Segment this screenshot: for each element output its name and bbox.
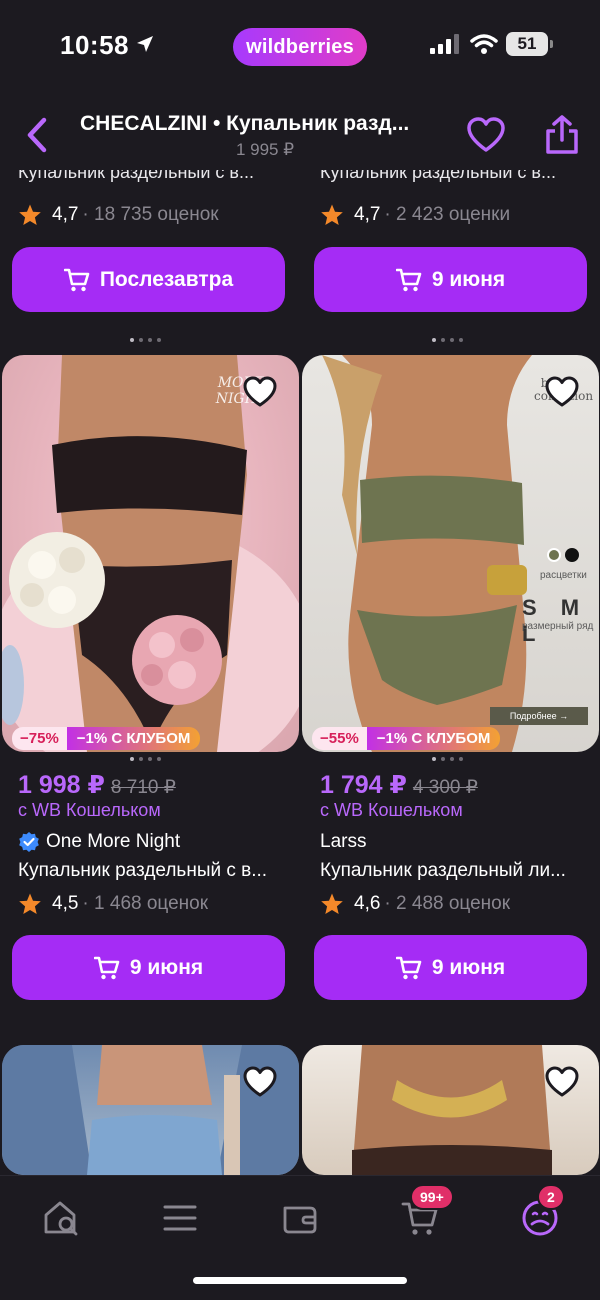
cart-button-label: 9 июня (129, 955, 204, 979)
wildberries-logo: wildberries (233, 28, 367, 66)
colors-label: расцветки (540, 570, 587, 581)
wifi-icon (470, 34, 498, 54)
discount-badge: −75% (12, 727, 67, 750)
price-line: 1 794 ₽ 4 300 ₽ (320, 770, 478, 800)
cart-button-label: 9 июня (431, 267, 506, 291)
product-brand[interactable]: Larss (320, 831, 366, 853)
status-time: 10:58 (60, 30, 129, 60)
brand-name: Larss (320, 831, 367, 852)
profile-badge: 2 (537, 1184, 565, 1210)
cart-button-label: 9 июня (431, 955, 506, 979)
add-to-cart-button[interactable]: 9 июня (314, 935, 587, 1000)
product-brand[interactable]: One More Night (18, 831, 180, 853)
heart-icon[interactable] (242, 1065, 278, 1099)
star-icon (321, 893, 343, 914)
wallet-icon[interactable] (280, 1198, 320, 1238)
color-swatch (565, 548, 579, 562)
product-name[interactable]: Купальник раздельный с в... (18, 170, 288, 192)
pink-flowers (132, 615, 222, 705)
product-rating: 4,7 · 2 423 оценки (320, 203, 510, 227)
product-rating: 4,7 · 18 735 оценок (18, 203, 219, 227)
discount-badges: −75% −1% С КЛУБОМ (12, 727, 201, 750)
wallet-note: с WB Кошельком (320, 800, 463, 820)
product-rating: 4,5 · 1 468 оценок (18, 892, 208, 916)
heart-icon[interactable] (544, 375, 580, 409)
sizes-label: размерный ряд (522, 621, 594, 632)
product-photo (2, 355, 299, 752)
share-icon[interactable] (543, 114, 581, 156)
heart-icon[interactable] (544, 1065, 580, 1099)
cart-icon (63, 268, 90, 291)
add-to-cart-button[interactable]: 9 июня (12, 935, 285, 1000)
battery-icon: 51 (506, 32, 553, 56)
rating-value: 4,6 (354, 893, 381, 914)
old-price: 4 300 ₽ (412, 777, 478, 798)
carousel-dots (130, 338, 161, 342)
catalog-menu-icon[interactable] (160, 1198, 200, 1238)
add-to-cart-button[interactable]: Послезавтра (12, 247, 285, 312)
white-flowers (9, 532, 105, 628)
carousel-dots (130, 757, 161, 761)
rating-value: 4,7 (52, 204, 79, 225)
cart-badge: 99+ (410, 1184, 454, 1210)
club-discount-badge: −1% С КЛУБОМ (66, 727, 201, 750)
add-to-cart-button[interactable]: 9 июня (314, 247, 587, 312)
reviews-count: · 2 423 оценки (384, 204, 511, 225)
cart-icon (93, 956, 120, 979)
home-indicator (193, 1277, 407, 1284)
cart-icon (395, 956, 422, 979)
location-arrow-icon (137, 36, 153, 52)
signal-icon (430, 34, 459, 54)
rating-value: 4,7 (354, 204, 381, 225)
verified-icon (19, 832, 39, 852)
status-bar: 10:58 wildberries 51 (0, 0, 600, 90)
carousel-dots (432, 338, 463, 342)
rating-value: 4,5 (52, 893, 79, 914)
product-name[interactable]: Купальник раздельный с в... (320, 170, 590, 192)
brand-name: One More Night (46, 831, 181, 852)
product-image[interactable] (302, 1045, 599, 1175)
club-discount-badge: −1% С КЛУБОМ (366, 727, 501, 750)
cart-icon (395, 268, 422, 291)
heart-icon[interactable] (242, 375, 278, 409)
old-price: 8 710 ₽ (110, 777, 176, 798)
screen: 10:58 wildberries 51 CHECALZINI • Купаль… (0, 0, 600, 1300)
star-icon (321, 204, 343, 225)
page-subtitle-price: 1 995 ₽ (235, 140, 295, 159)
carousel-dots (432, 757, 463, 761)
product-row-previous: Купальник раздельный с в... Купальник ра… (0, 170, 600, 330)
product-name[interactable]: Купальник раздельный ли... (320, 860, 585, 882)
product-image[interactable] (2, 1045, 299, 1175)
heart-icon[interactable] (466, 116, 506, 156)
reviews-count: · 18 735 оценок (82, 204, 219, 225)
back-chevron-icon[interactable] (20, 116, 56, 154)
color-swatch (547, 548, 561, 562)
product-name[interactable]: Купальник раздельный с в... (18, 860, 283, 882)
cart-button-label: Послезавтра (99, 267, 234, 291)
discount-badge: −55% (312, 727, 367, 750)
star-icon (19, 893, 41, 914)
discount-badges: −55% −1% С КЛУБОМ (312, 727, 501, 750)
current-price: 1 998 ₽ (18, 771, 105, 799)
page-title: CHECALZINI • Купальник разд... (80, 112, 410, 135)
current-price: 1 794 ₽ (320, 771, 407, 799)
product-image[interactable]: MORE NIGHT −75% −1% С КЛУБОМ (2, 355, 299, 752)
star-icon (19, 204, 41, 225)
reviews-count: · 1 468 оценок (82, 893, 209, 914)
wallet-note: с WB Кошельком (18, 800, 161, 820)
product-rating: 4,6 · 2 488 оценок (320, 892, 510, 916)
price-line: 1 998 ₽ 8 710 ₽ (18, 770, 176, 800)
more-details-strip: Подробнее → (490, 707, 588, 725)
product-image[interactable]: beach collection расцветки S M L размерн… (302, 355, 599, 752)
reviews-count: · 2 488 оценок (384, 893, 511, 914)
home-search-icon[interactable] (42, 1198, 82, 1238)
product-header: CHECALZINI • Купальник разд... 1 995 ₽ (0, 100, 600, 170)
